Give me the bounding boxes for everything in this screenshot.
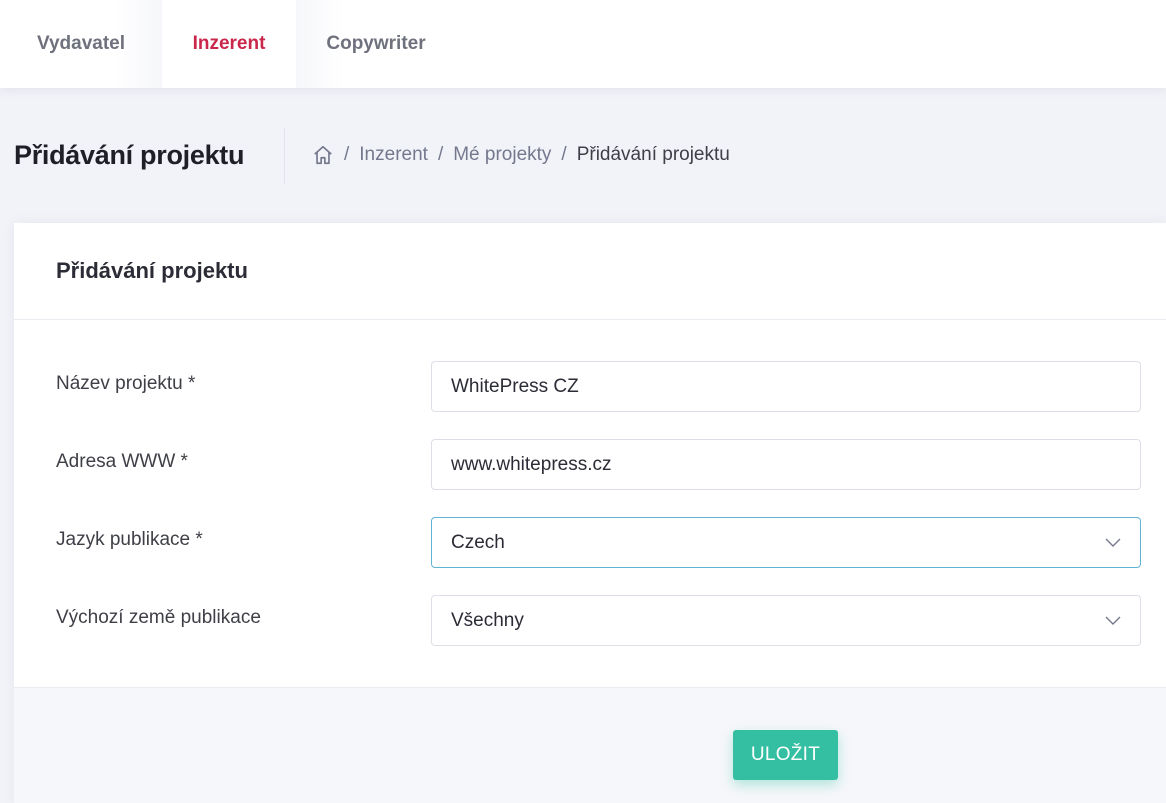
form-row-project-name: Název projektu * WhitePress CZ bbox=[14, 361, 1166, 413]
tab-vydavatel[interactable]: Vydavatel bbox=[0, 0, 162, 88]
card-footer: ULOŽIT bbox=[14, 687, 1166, 803]
country-select[interactable]: Všechny bbox=[431, 595, 1141, 646]
breadcrumb-separator: / bbox=[344, 144, 350, 165]
chevron-down-icon bbox=[1104, 535, 1122, 549]
home-icon[interactable] bbox=[312, 144, 334, 166]
form-row-language: Jazyk publikace * Czech bbox=[14, 517, 1166, 569]
top-navigation: Vydavatel Inzerent Copywriter bbox=[0, 0, 1166, 88]
website-input[interactable]: www.whitepress.cz bbox=[431, 439, 1141, 490]
breadcrumb-item-inzerent[interactable]: Inzerent bbox=[359, 144, 428, 166]
tab-copywriter[interactable]: Copywriter bbox=[296, 0, 456, 88]
breadcrumb-item-me-projekty[interactable]: Mé projekty bbox=[453, 144, 551, 166]
project-name-label: Název projektu * bbox=[56, 373, 196, 394]
breadcrumb-separator: / bbox=[437, 144, 444, 165]
country-select-value: Všechny bbox=[451, 610, 524, 631]
language-select-value: Czech bbox=[451, 532, 505, 553]
website-label: Adresa WWW * bbox=[56, 451, 188, 472]
project-form-card: Přidávání projektu Název projektu * Whit… bbox=[14, 223, 1166, 803]
card-header: Přidávání projektu bbox=[14, 223, 1166, 320]
form-row-country: Výchozí země publikace Všechny bbox=[14, 595, 1166, 647]
form-row-website: Adresa WWW * www.whitepress.cz bbox=[14, 439, 1166, 491]
tab-inzerent[interactable]: Inzerent bbox=[162, 0, 296, 88]
breadcrumb: / Inzerent / Mé projekty / Přidávání pro… bbox=[312, 144, 730, 166]
language-select[interactable]: Czech bbox=[431, 517, 1141, 568]
language-label: Jazyk publikace * bbox=[56, 529, 203, 550]
breadcrumb-item-current: Přidávání projektu bbox=[576, 144, 730, 165]
subheader: Přidávání projektu / Inzerent / Mé proje… bbox=[0, 128, 1166, 184]
subheader-divider bbox=[284, 128, 285, 184]
breadcrumb-separator: / bbox=[561, 144, 567, 165]
save-button[interactable]: ULOŽIT bbox=[733, 730, 838, 780]
card-title: Přidávání projektu bbox=[56, 258, 248, 283]
country-label: Výchozí země publikace bbox=[56, 607, 261, 628]
project-name-input[interactable]: WhitePress CZ bbox=[431, 361, 1141, 412]
page-title: Přidávání projektu bbox=[14, 140, 245, 170]
chevron-down-icon bbox=[1104, 613, 1122, 627]
